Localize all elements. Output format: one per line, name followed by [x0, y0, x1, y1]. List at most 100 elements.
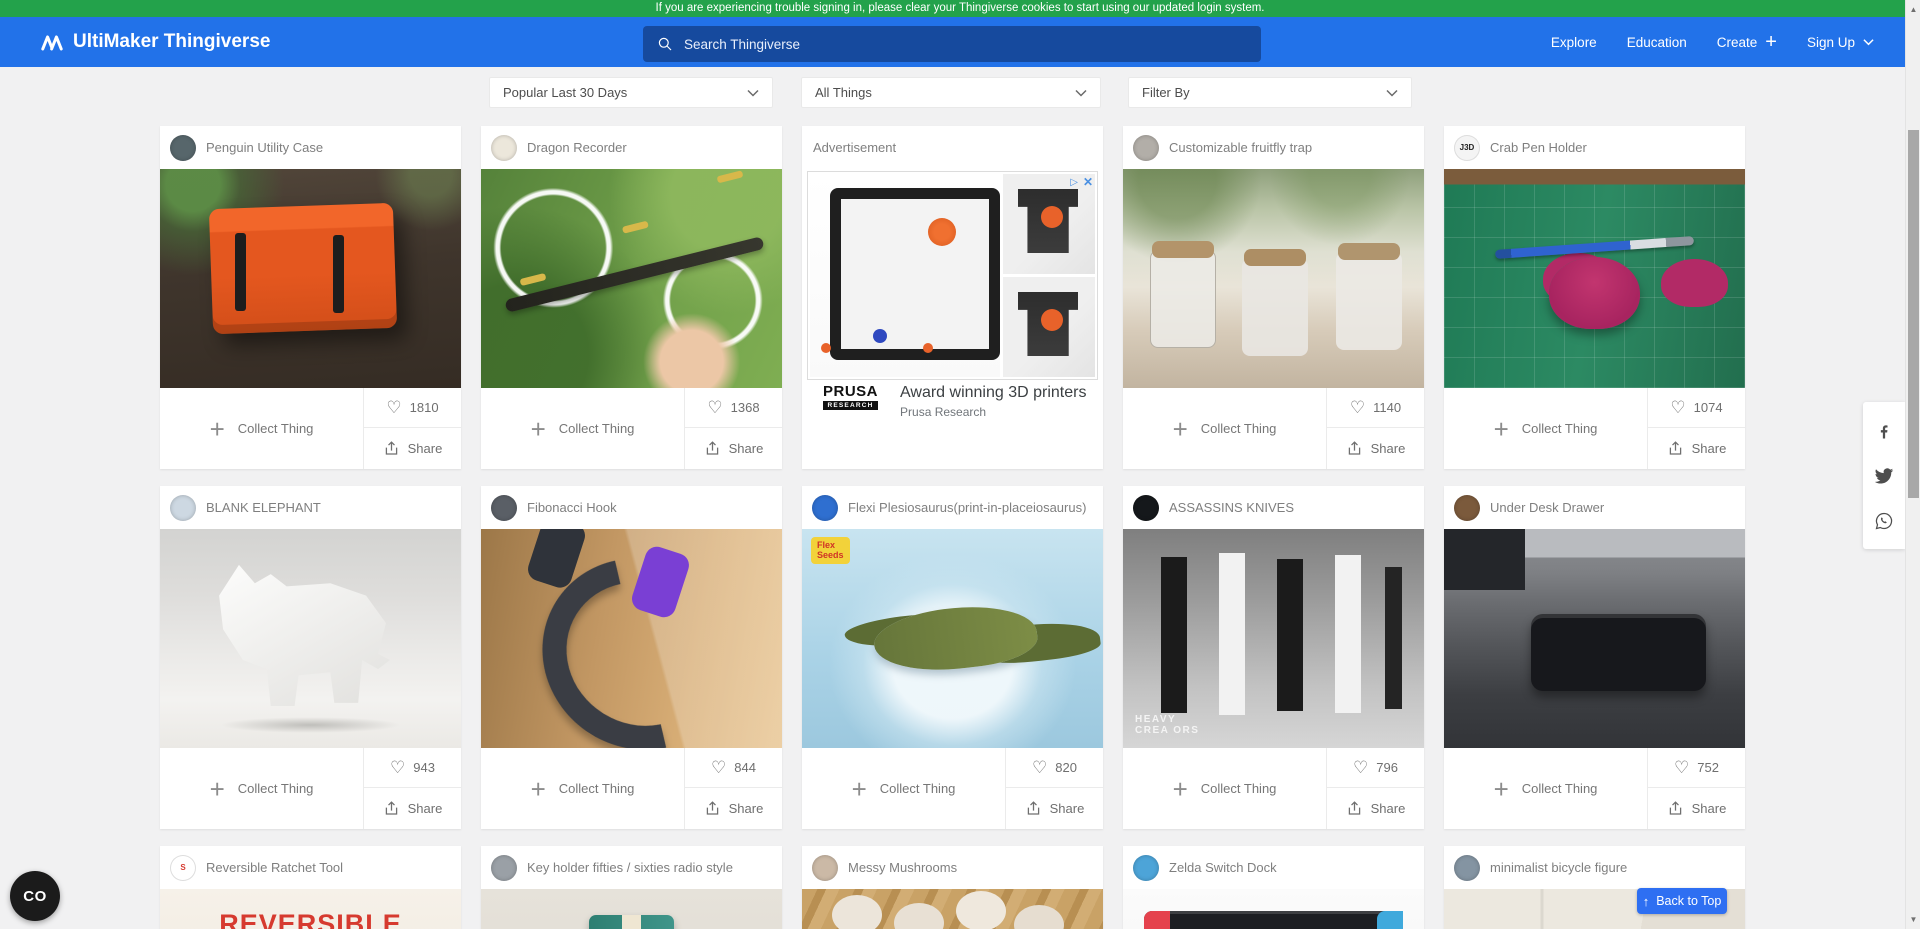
collect-thing-button[interactable]: + Collect Thing — [1123, 388, 1326, 469]
like-count: 844 — [734, 760, 756, 775]
thing-title[interactable]: Crab Pen Holder — [1490, 140, 1587, 155]
thing-image[interactable]: REVERSIBLE — [160, 889, 461, 929]
creator-avatar[interactable] — [1133, 135, 1159, 161]
thing-image[interactable] — [481, 889, 782, 929]
thing-image[interactable] — [1123, 889, 1424, 929]
thing-image[interactable] — [802, 889, 1103, 929]
thing-image[interactable]: Flex Seeds — [802, 529, 1103, 748]
ad-banner[interactable]: ▷ ✕ — [807, 171, 1098, 380]
thing-title[interactable]: Flexi Plesiosaurus(print-in-placeiosauru… — [848, 500, 1086, 515]
collect-thing-button[interactable]: + Collect Thing — [481, 748, 684, 829]
thing-image[interactable] — [1444, 169, 1745, 388]
creator-avatar[interactable] — [1133, 495, 1159, 521]
creator-avatar[interactable] — [170, 495, 196, 521]
ultimaker-thingiverse-logo[interactable]: UltiMaker Thingiverse — [40, 17, 270, 67]
like-button[interactable]: ♡ 943 — [364, 748, 461, 788]
like-count: 1368 — [731, 400, 760, 415]
like-button[interactable]: ♡ 752 — [1648, 748, 1745, 788]
thing-title[interactable]: Key holder fifties / sixties radio style — [527, 860, 733, 875]
thing-title[interactable]: Dragon Recorder — [527, 140, 627, 155]
creator-avatar[interactable]: J3D — [1454, 135, 1480, 161]
share-button[interactable]: Share — [1327, 788, 1424, 829]
thing-image[interactable]: HEAVY CREA ORS — [1123, 529, 1424, 748]
creator-avatar[interactable] — [170, 135, 196, 161]
things-grid: Penguin Utility Case + Collect Thing ♡ 1… — [160, 126, 1745, 929]
like-button[interactable]: ♡ 1074 — [1648, 388, 1745, 428]
like-button[interactable]: ♡ 820 — [1006, 748, 1103, 788]
thing-image[interactable] — [160, 529, 461, 748]
adchoices-icon[interactable]: ▷ — [1070, 177, 1078, 188]
creator-avatar[interactable] — [491, 135, 517, 161]
thing-title[interactable]: BLANK ELEPHANT — [206, 500, 321, 515]
creator-avatar[interactable] — [491, 855, 517, 881]
thing-image[interactable] — [1123, 169, 1424, 388]
share-button[interactable]: Share — [1648, 788, 1745, 829]
share-icon — [1346, 440, 1363, 457]
nav-create[interactable]: Create + — [1717, 32, 1777, 52]
share-button[interactable]: Share — [364, 788, 461, 829]
share-button[interactable]: Share — [1006, 788, 1103, 829]
scroll-up-arrow[interactable]: ▲ — [1906, 2, 1920, 17]
search-input[interactable]: Search Thingiverse — [643, 26, 1261, 62]
filter-by-dropdown[interactable]: Filter By — [1128, 77, 1412, 108]
sort-dropdown[interactable]: Popular Last 30 Days — [489, 77, 773, 108]
nav-explore[interactable]: Explore — [1551, 35, 1597, 50]
thing-title[interactable]: Under Desk Drawer — [1490, 500, 1604, 515]
thing-title[interactable]: minimalist bicycle figure — [1490, 860, 1627, 875]
share-button[interactable]: Share — [1648, 428, 1745, 469]
like-button[interactable]: ♡ 1140 — [1327, 388, 1424, 428]
thing-image[interactable] — [481, 169, 782, 388]
thing-title[interactable]: Penguin Utility Case — [206, 140, 323, 155]
thing-title[interactable]: ASSASSINS KNIVES — [1169, 500, 1294, 515]
thing-title[interactable]: Messy Mushrooms — [848, 860, 957, 875]
creator-avatar[interactable] — [491, 495, 517, 521]
thing-image[interactable] — [1444, 529, 1745, 748]
creator-avatar[interactable] — [1133, 855, 1159, 881]
thing-title[interactable]: Reversible Ratchet Tool — [206, 860, 343, 875]
share-button[interactable]: Share — [685, 788, 782, 829]
plus-icon: + — [1494, 416, 1509, 442]
collect-thing-button[interactable]: + Collect Thing — [1444, 748, 1647, 829]
category-dropdown[interactable]: All Things — [801, 77, 1101, 108]
facebook-share-button[interactable] — [1863, 408, 1905, 453]
page-scrollbar[interactable]: ▲ ▼ — [1905, 0, 1920, 929]
creator-avatar[interactable]: S — [170, 855, 196, 881]
creator-avatar[interactable] — [812, 495, 838, 521]
creator-avatar[interactable] — [1454, 495, 1480, 521]
ad-close-icon[interactable]: ✕ — [1083, 175, 1093, 189]
cookie-consent-button[interactable]: CO — [10, 871, 60, 921]
card-actions: + Collect Thing ♡ 844 Share — [481, 748, 782, 829]
collect-thing-button[interactable]: + Collect Thing — [1123, 748, 1326, 829]
whatsapp-share-button[interactable] — [1863, 498, 1905, 543]
collect-thing-button[interactable]: + Collect Thing — [802, 748, 1005, 829]
thing-image[interactable] — [481, 529, 782, 748]
back-to-top-button[interactable]: ↑ Back to Top — [1637, 888, 1727, 914]
share-button[interactable]: Share — [364, 428, 461, 469]
like-button[interactable]: ♡ 796 — [1327, 748, 1424, 788]
twitter-share-button[interactable] — [1863, 453, 1905, 498]
nav-sign-up[interactable]: Sign Up — [1807, 35, 1874, 50]
ultimaker-logo-icon — [40, 33, 64, 52]
like-button[interactable]: ♡ 844 — [685, 748, 782, 788]
like-button[interactable]: ♡ 1810 — [364, 388, 461, 428]
card-actions: + Collect Thing ♡ 1140 Share — [1123, 388, 1424, 469]
ad-headline[interactable]: Award winning 3D printers — [900, 384, 1086, 402]
collect-thing-button[interactable]: + Collect Thing — [160, 748, 363, 829]
share-icon — [1025, 800, 1042, 817]
collect-thing-button[interactable]: + Collect Thing — [1444, 388, 1647, 469]
scroll-down-arrow[interactable]: ▼ — [1906, 912, 1920, 927]
nav-education[interactable]: Education — [1627, 35, 1687, 50]
creator-avatar[interactable] — [1454, 855, 1480, 881]
share-button[interactable]: Share — [1327, 428, 1424, 469]
scrollbar-thumb[interactable] — [1908, 130, 1919, 498]
card-actions: + Collect Thing ♡ 1074 Share — [1444, 388, 1745, 469]
thing-title[interactable]: Zelda Switch Dock — [1169, 860, 1277, 875]
collect-thing-button[interactable]: + Collect Thing — [160, 388, 363, 469]
thing-title[interactable]: Customizable fruitfly trap — [1169, 140, 1312, 155]
share-button[interactable]: Share — [685, 428, 782, 469]
collect-thing-button[interactable]: + Collect Thing — [481, 388, 684, 469]
thing-title[interactable]: Fibonacci Hook — [527, 500, 617, 515]
like-button[interactable]: ♡ 1368 — [685, 388, 782, 428]
thing-image[interactable] — [160, 169, 461, 388]
creator-avatar[interactable] — [812, 855, 838, 881]
